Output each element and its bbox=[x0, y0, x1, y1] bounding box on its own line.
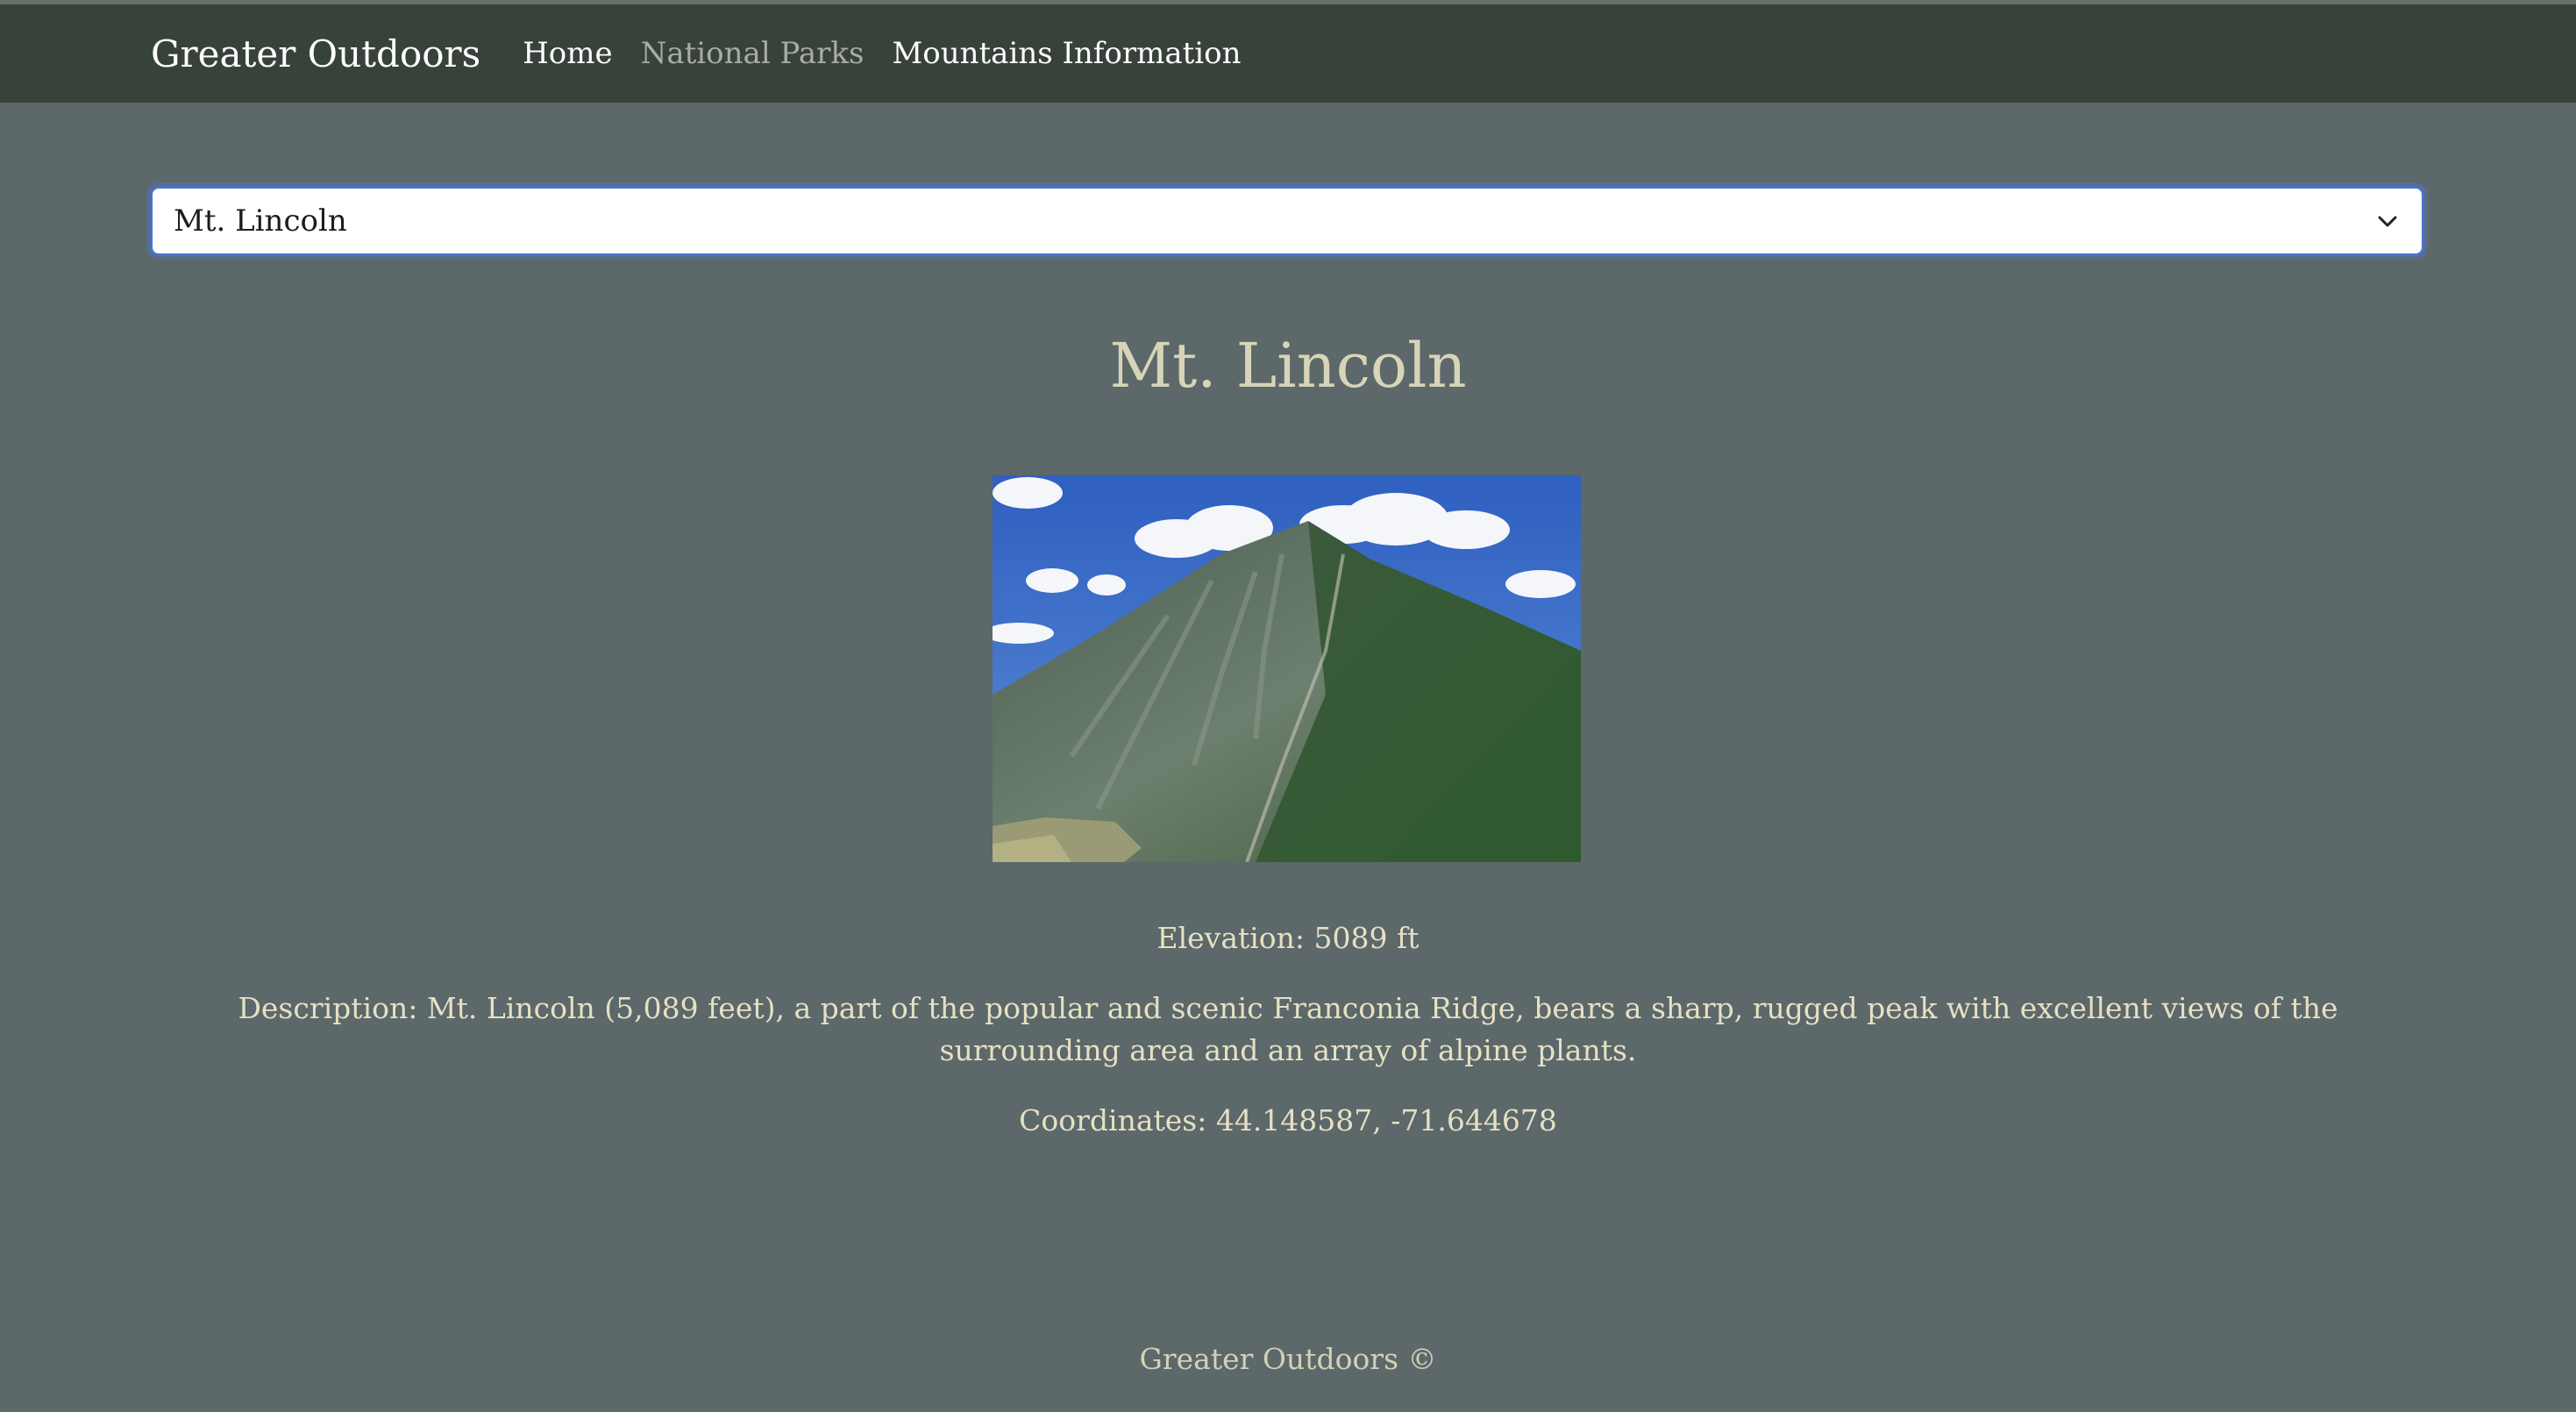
mountain-description: Description: Mt. Lincoln (5,089 feet), a… bbox=[238, 991, 2338, 1067]
nav-link-national-parks[interactable]: National Parks bbox=[641, 36, 865, 71]
chevron-down-icon bbox=[2378, 216, 2397, 227]
mountain-elevation: Elevation: 5089 ft bbox=[1156, 921, 1420, 955]
navbar: Greater Outdoors Home National Parks Mou… bbox=[0, 4, 2576, 103]
mountain-coordinates: Coordinates: 44.148587, -71.644678 bbox=[1019, 1103, 1557, 1137]
mountain-photo bbox=[993, 475, 1581, 862]
footer-text: Greater Outdoors © bbox=[1139, 1342, 1437, 1376]
mountain-title: Mt. Lincoln bbox=[1109, 330, 1467, 402]
nav-link-home[interactable]: Home bbox=[523, 36, 612, 71]
mountain-photo-image bbox=[993, 475, 1581, 862]
brand-link[interactable]: Greater Outdoors bbox=[151, 32, 480, 75]
mountain-select[interactable]: Mt. Lincoln bbox=[150, 186, 2424, 256]
mountain-select-value: Mt. Lincoln bbox=[174, 203, 347, 239]
nav-link-mountains-information[interactable]: Mountains Information bbox=[892, 36, 1241, 71]
